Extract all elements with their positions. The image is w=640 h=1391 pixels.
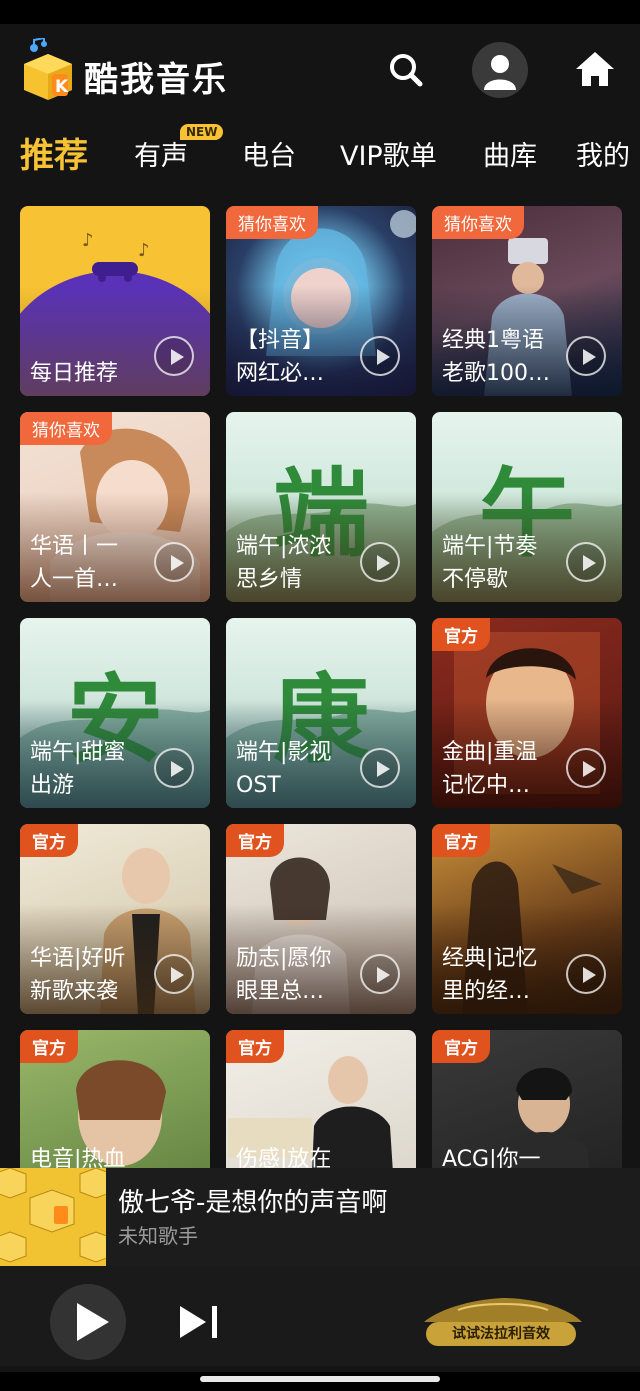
playlist-card[interactable]: 官方 华语|好听新歌来袭 bbox=[20, 824, 210, 1014]
playlist-card[interactable]: 猜你喜欢 华语丨一人一首… bbox=[20, 412, 210, 602]
playlist-card-daily[interactable]: ♪ ♪ 每日推荐 bbox=[20, 206, 210, 396]
ferrari-sound-effect-button[interactable]: 试试法拉利音效 bbox=[418, 1294, 586, 1350]
card-title-line2: 老歌100… bbox=[442, 361, 550, 386]
card-title-line2: OST bbox=[236, 773, 281, 798]
play-icon[interactable] bbox=[154, 542, 194, 582]
card-title-line2: 记忆中… bbox=[442, 773, 531, 798]
home-icon bbox=[576, 52, 614, 86]
card-title-line1: 端午|浓浓 bbox=[236, 534, 332, 559]
play-icon[interactable] bbox=[154, 336, 194, 376]
card-tag: 官方 bbox=[226, 824, 284, 857]
card-tag: 官方 bbox=[432, 618, 490, 651]
playlist-card[interactable]: 猜你喜欢 【抖音】网红必… bbox=[226, 206, 416, 396]
card-tag: 官方 bbox=[20, 1030, 78, 1063]
card-title-line1: 金曲|重温 bbox=[442, 740, 538, 765]
card-title-line1: 【抖音】 bbox=[236, 328, 325, 353]
svg-text:♪: ♪ bbox=[138, 240, 150, 261]
card-title-line2: 人一首… bbox=[30, 567, 119, 592]
car-icon bbox=[424, 1298, 582, 1322]
playlist-card[interactable]: 官方 金曲|重温记忆中… bbox=[432, 618, 622, 808]
play-icon[interactable] bbox=[360, 954, 400, 994]
ferrari-label: 试试法拉利音效 bbox=[426, 1322, 576, 1346]
now-playing-bar[interactable]: 傲七爷-是想你的声音啊 未知歌手 bbox=[0, 1168, 640, 1266]
now-playing-song: 傲七爷-是想你的声音啊 bbox=[118, 1188, 388, 1218]
card-tag: 官方 bbox=[432, 1030, 490, 1063]
play-icon[interactable] bbox=[154, 748, 194, 788]
card-title-line1: 励志|愿你 bbox=[236, 946, 332, 971]
card-title-line2: 出游 bbox=[30, 773, 75, 798]
play-icon[interactable] bbox=[566, 748, 606, 788]
playlist-card[interactable]: 午 端午|节奏不停歇 bbox=[432, 412, 622, 602]
user-icon bbox=[484, 55, 516, 90]
tab-library[interactable]: 曲库 bbox=[483, 134, 537, 173]
card-title-line1: 经典1粤语 bbox=[442, 328, 544, 353]
play-icon[interactable] bbox=[566, 542, 606, 582]
now-playing-artist: 未知歌手 bbox=[118, 1224, 198, 1248]
play-button[interactable] bbox=[50, 1284, 126, 1360]
play-icon[interactable] bbox=[360, 542, 400, 582]
card-title-line1: 端午|节奏 bbox=[442, 534, 538, 559]
play-icon[interactable] bbox=[566, 336, 606, 376]
card-title-line2: 思乡情 bbox=[236, 567, 303, 592]
status-bar bbox=[0, 0, 640, 24]
card-title-line1: 华语丨一 bbox=[30, 534, 119, 559]
card-tag: 官方 bbox=[432, 824, 490, 857]
card-title-line1: 端午|影视 bbox=[236, 740, 332, 765]
card-title-line2: 里的经… bbox=[442, 979, 531, 1004]
new-badge: NEW bbox=[180, 124, 224, 140]
play-icon[interactable] bbox=[360, 336, 400, 376]
card-title-line2: 新歌来袭 bbox=[30, 979, 119, 1004]
skip-next-icon bbox=[180, 1306, 217, 1338]
card-title-line1: 每日推荐 bbox=[30, 361, 119, 386]
album-art[interactable] bbox=[0, 1168, 106, 1266]
tab-vip-playlist[interactable]: VIP歌单 bbox=[340, 134, 437, 173]
card-tag: 官方 bbox=[226, 1030, 284, 1063]
svg-text:K: K bbox=[55, 77, 69, 97]
next-button[interactable] bbox=[176, 1302, 224, 1342]
play-icon[interactable] bbox=[154, 954, 194, 994]
user-avatar-button[interactable] bbox=[472, 42, 528, 98]
card-title-line2: 眼里总… bbox=[236, 979, 325, 1004]
play-icon[interactable] bbox=[566, 954, 606, 994]
card-title-line2: 网红必… bbox=[236, 361, 325, 386]
card-tag: 猜你喜欢 bbox=[226, 206, 318, 239]
tab-recommend[interactable]: 推荐 bbox=[20, 128, 88, 177]
card-tag: 猜你喜欢 bbox=[20, 412, 112, 445]
playlist-card[interactable]: 康 端午|影视OST bbox=[226, 618, 416, 808]
card-title-line1: 经典|记忆 bbox=[442, 946, 538, 971]
kuwo-logo-icon: K bbox=[18, 36, 78, 102]
app-header: K 酷我音乐 bbox=[0, 24, 640, 120]
card-title-line1: 华语|好听 bbox=[30, 946, 126, 971]
search-button[interactable] bbox=[384, 48, 428, 92]
home-button[interactable] bbox=[572, 46, 618, 92]
card-tag: 官方 bbox=[20, 824, 78, 857]
svg-text:♪: ♪ bbox=[82, 230, 94, 251]
card-tag: 猜你喜欢 bbox=[432, 206, 524, 239]
playlist-card[interactable]: 猜你喜欢 经典1粤语老歌100… bbox=[432, 206, 622, 396]
playlist-card[interactable]: 官方 经典|记忆里的经… bbox=[432, 824, 622, 1014]
search-icon bbox=[390, 54, 423, 87]
tab-radio[interactable]: 电台 bbox=[242, 134, 296, 173]
play-icon[interactable] bbox=[360, 748, 400, 788]
playback-controls: 试试法拉利音效 bbox=[0, 1266, 640, 1366]
playlist-card[interactable]: 端 端午|浓浓思乡情 bbox=[226, 412, 416, 602]
playlist-card[interactable]: 官方 励志|愿你眼里总… bbox=[226, 824, 416, 1014]
playlist-card[interactable]: 安 端午|甜蜜出游 bbox=[20, 618, 210, 808]
home-indicator bbox=[0, 1372, 640, 1391]
card-title-line2: 不停歇 bbox=[442, 567, 509, 592]
tab-mine[interactable]: 我的 bbox=[576, 134, 630, 173]
card-title-line1: 端午|甜蜜 bbox=[30, 740, 126, 765]
app-title: 酷我音乐 bbox=[84, 60, 228, 100]
category-tabs: 推荐 有声 NEW 电台 VIP歌单 曲库 我的 bbox=[0, 120, 640, 190]
